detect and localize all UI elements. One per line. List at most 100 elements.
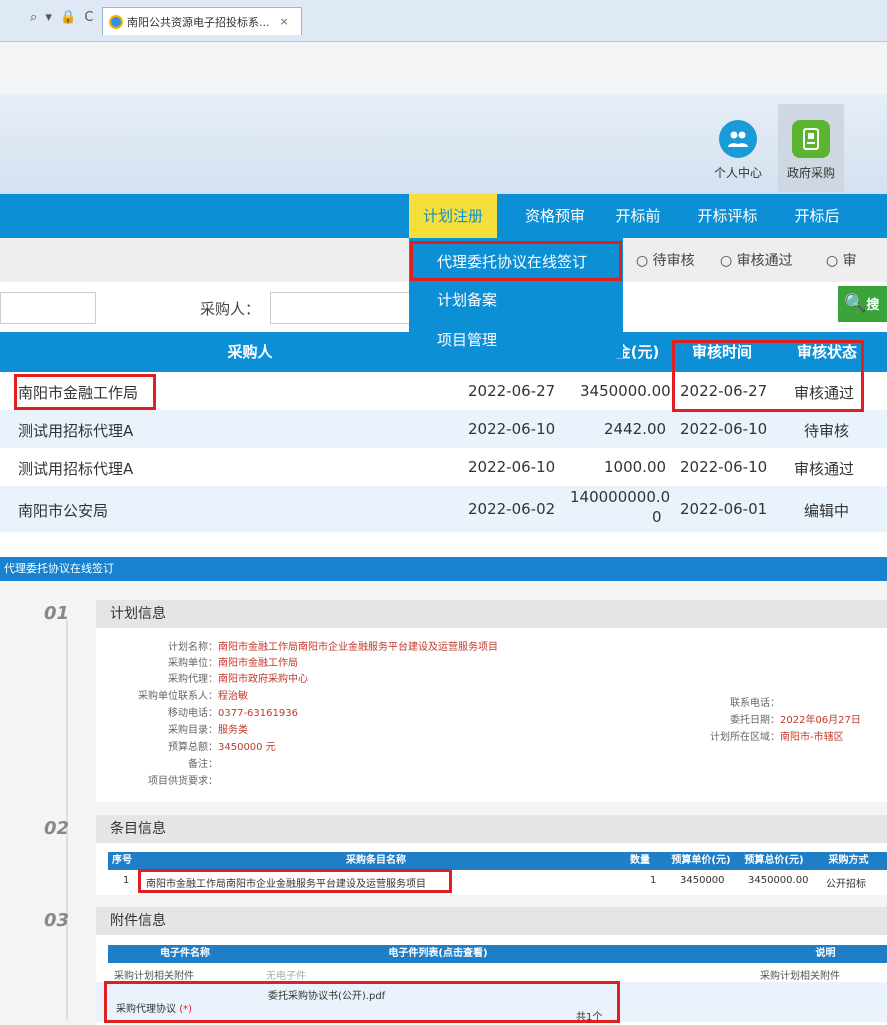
cell-amount: 3450000.00: [580, 382, 671, 400]
radio-review-cut[interactable]: ○ 审: [826, 250, 857, 270]
cell-review-time: 2022-06-01: [680, 500, 768, 518]
cell-date: 2022-06-27: [468, 382, 556, 400]
plan-contact-value: 程治敏: [218, 691, 248, 702]
cell-amount: 2442.00: [604, 420, 667, 438]
nav-after-opening[interactable]: 开标后: [782, 194, 852, 238]
address-bar-controls[interactable]: ⌕ ▾ 🔒 C: [30, 10, 95, 25]
ie-browser-icon: [109, 14, 123, 29]
plan-budget-value: 3450000 元: [218, 742, 276, 753]
browser-toolbar: [0, 42, 887, 94]
buyer-input[interactable]: [270, 292, 420, 324]
item-total-price: 3450000.00: [748, 875, 809, 886]
document-icon: [792, 120, 830, 158]
att1-name: 采购计划相关附件: [114, 971, 194, 982]
browser-tab[interactable]: 南阳公共资源电子招投标系... ×: [102, 7, 302, 35]
gov-procurement-link[interactable]: 政府采购: [778, 104, 844, 192]
plan-remark-key: 备注：: [188, 759, 218, 770]
radio-pending[interactable]: ○ 待审核: [636, 250, 695, 270]
att1-note: 采购计划相关附件: [760, 971, 840, 982]
plan-budget-key: 预算总额：: [168, 742, 218, 753]
section-number: 02: [44, 818, 70, 839]
cell-date: 2022-06-10: [468, 420, 556, 438]
people-icon: [719, 120, 757, 158]
tab-close-icon[interactable]: ×: [280, 15, 289, 28]
section-header-plan: 计划信息: [96, 600, 887, 628]
highlight-menu-agent-agreement: [410, 241, 622, 281]
cell-review-time: 2022-06-10: [680, 420, 768, 438]
highlight-review: [672, 340, 864, 412]
att-col-name: 电子件名称: [108, 945, 262, 963]
plan-region-key: 计划所在区域：: [710, 732, 780, 743]
plan-unit-row: 采购单位：南阳市金融工作局: [96, 654, 298, 669]
search-icon: 🔍: [844, 293, 867, 314]
plan-catalog-key: 采购目录：: [168, 725, 218, 736]
nav-opening-evaluation[interactable]: 开标评标: [680, 194, 775, 238]
plan-agent-row: 采购代理：南阳市政府采购中心: [96, 670, 308, 685]
plan-phone-row: 联系电话：: [640, 694, 780, 709]
nav-plan-registration[interactable]: 计划注册: [409, 194, 497, 238]
section-header-attachments: 附件信息: [96, 907, 887, 935]
plan-phone-key: 联系电话：: [730, 698, 780, 709]
plan-contact-row: 采购单位联系人：程治敏: [96, 687, 248, 702]
plan-mobile-value: 0377-63161936: [218, 708, 298, 719]
cell-buyer: 测试用招标代理A: [18, 422, 134, 440]
plan-contact-key: 采购单位联系人：: [138, 691, 218, 702]
plan-entrust-row: 委托日期：2022年06月27日: [640, 711, 861, 726]
cell-buyer: 测试用招标代理A: [18, 460, 134, 478]
cell-date: 2022-06-10: [468, 458, 556, 476]
cell-status: 待审核: [804, 422, 850, 440]
section-number: 03: [44, 910, 70, 931]
items-col-index: 序号: [108, 852, 136, 870]
cell-date: 2022-06-02: [468, 500, 556, 518]
plan-name-value: 南阳市金融工作局南阳市企业金融服务平台建设及运营服务项目: [218, 642, 498, 653]
plan-agent-value: 南阳市政府采购中心: [218, 674, 308, 685]
cell-amount-line1: 140000000.0: [570, 488, 671, 506]
personal-center-link[interactable]: 个人中心: [708, 120, 768, 181]
plan-entrust-value: 2022年06月27日: [780, 715, 861, 726]
nav-before-opening[interactable]: 开标前: [603, 194, 673, 238]
plan-mobile-key: 移动电话：: [168, 708, 218, 719]
items-col-unit-price: 预算单价(元): [664, 852, 738, 870]
cell-buyer: 南阳市公安局: [18, 502, 109, 520]
att1-files: 无电子件: [266, 971, 306, 982]
menu-plan-filing[interactable]: 计划备案: [409, 280, 623, 320]
section-number: 01: [44, 603, 70, 624]
section-header-items: 条目信息: [96, 815, 887, 843]
highlight-item-name: [138, 869, 452, 893]
search-button[interactable]: 🔍搜: [838, 286, 887, 322]
detail-title-bar: 代理委托协议在线签订: [0, 557, 887, 581]
search-input-left[interactable]: [0, 292, 96, 324]
item-index: 1: [123, 875, 130, 886]
plan-region-value: 南阳市-市辖区: [780, 732, 844, 743]
plan-name-key: 计划名称：: [168, 642, 218, 653]
plan-entrust-key: 委托日期：: [730, 715, 780, 726]
cell-amount: 1000.00: [604, 458, 667, 476]
radio-approved[interactable]: ○ 审核通过: [720, 250, 793, 270]
plan-remark-row: 备注：: [96, 755, 218, 770]
plan-name-row: 计划名称：南阳市金融工作局南阳市企业金融服务平台建设及运营服务项目: [96, 638, 498, 653]
plan-requirement-row: 项目供货要求：: [96, 772, 218, 787]
plan-requirement-key: 项目供货要求：: [148, 776, 218, 787]
menu-project-management[interactable]: 项目管理: [409, 320, 623, 360]
personal-center-label: 个人中心: [713, 166, 762, 180]
items-col-method: 采购方式: [810, 852, 887, 870]
item-method: 公开招标: [826, 879, 866, 890]
highlight-buyer: [14, 374, 156, 410]
cell-amount-line2: 0: [652, 508, 662, 526]
plan-unit-key: 采购单位：: [168, 658, 218, 669]
items-col-name: 采购条目名称: [136, 852, 616, 870]
plan-unit-value: 南阳市金融工作局: [218, 658, 298, 669]
gov-procurement-label: 政府采购: [786, 166, 835, 180]
nav-qualification-review[interactable]: 资格预审: [510, 194, 600, 238]
buyer-label: 采购人：: [200, 300, 261, 318]
plan-region-row: 计划所在区域：南阳市-市辖区: [640, 728, 844, 743]
browser-tab-title: 南阳公共资源电子招投标系...: [127, 15, 270, 29]
col-buyer: 采购人: [227, 343, 273, 361]
cell-review-time: 2022-06-10: [680, 458, 768, 476]
plan-catalog-value: 服务类: [218, 725, 248, 736]
plan-agent-key: 采购代理：: [168, 674, 218, 685]
item-unit-price: 3450000: [680, 875, 725, 886]
highlight-attachment: [104, 981, 620, 1023]
plan-catalog-row: 采购目录：服务类: [96, 721, 248, 736]
items-col-total-price: 预算总价(元): [738, 852, 810, 870]
